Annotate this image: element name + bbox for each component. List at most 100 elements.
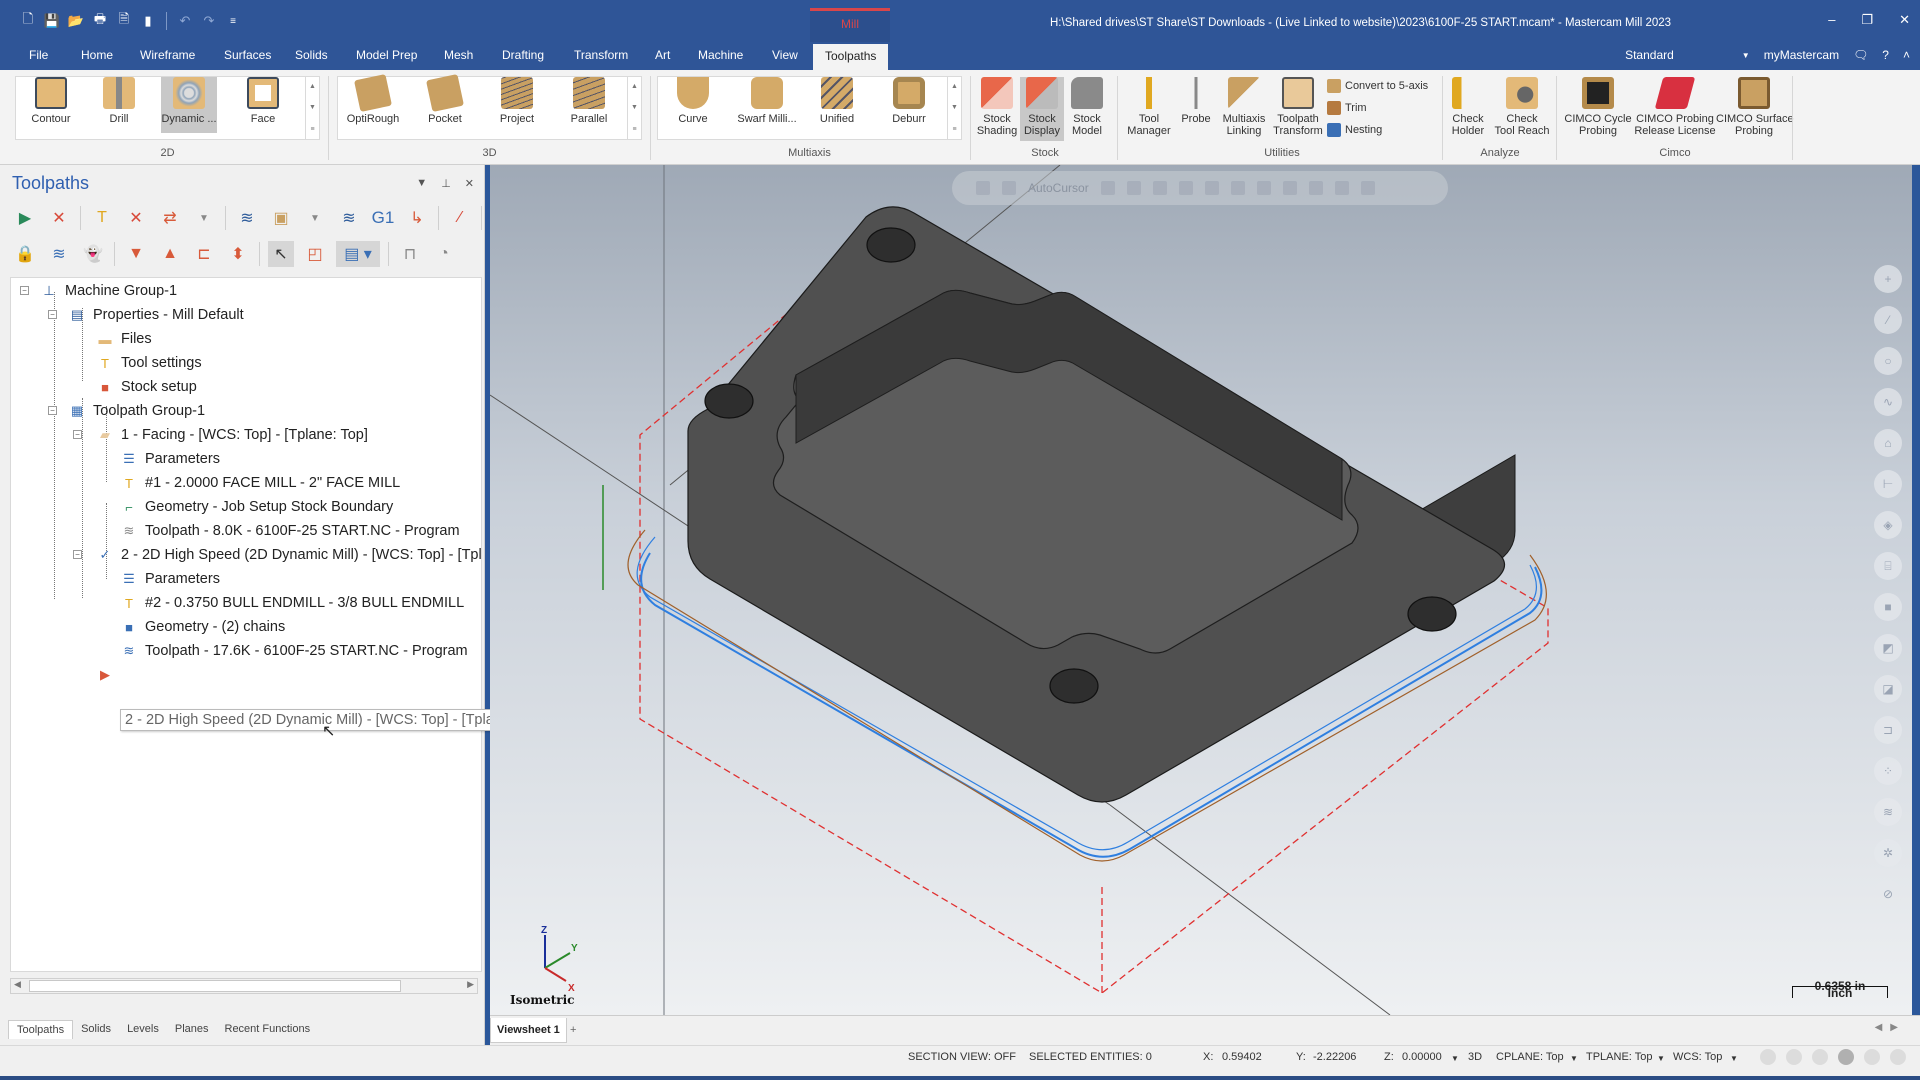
display-options-icon[interactable]: ▤ ▾ bbox=[336, 241, 380, 267]
deselect-all-icon[interactable]: ✕ bbox=[46, 205, 72, 231]
mask-mesh-icon[interactable]: ⌸ bbox=[1874, 552, 1902, 580]
check-tool-reach-button[interactable]: Check Tool Reach bbox=[1492, 77, 1552, 137]
verify-icon[interactable]: ▣ bbox=[268, 205, 294, 231]
minimize-button[interactable]: – bbox=[1828, 12, 1835, 28]
trim-button[interactable]: Trim bbox=[1327, 101, 1367, 115]
collapse-toggle[interactable]: − bbox=[48, 406, 57, 415]
toggle-display-icon[interactable]: ≋ bbox=[46, 241, 72, 267]
swarf-milling-button[interactable]: Swarf Milli... bbox=[729, 77, 805, 125]
tree-item-stock-setup[interactable]: ■ Stock setup bbox=[95, 376, 197, 398]
cimco-cycle-probing-button[interactable]: CIMCO Cycle Probing bbox=[1560, 77, 1636, 137]
mask-surface-icon[interactable]: ⌂ bbox=[1874, 429, 1902, 457]
add-viewsheet-button[interactable]: + bbox=[570, 1024, 576, 1036]
workspace-selector[interactable]: Standard bbox=[1625, 48, 1674, 62]
mask-dimension-icon[interactable]: ⊢ bbox=[1874, 470, 1902, 498]
backplot-icon[interactable]: ≋ bbox=[234, 205, 260, 231]
tree-item-properties[interactable]: ▤ Properties - Mill Default bbox=[67, 304, 244, 326]
open-icon[interactable]: 📂 bbox=[68, 13, 84, 29]
mask-solid-icon[interactable]: ■ bbox=[1874, 593, 1902, 621]
window-select-icon[interactable] bbox=[1282, 181, 1297, 195]
tab-levels[interactable]: Levels bbox=[119, 1020, 167, 1039]
feedback-icon[interactable]: 🗨 bbox=[1853, 48, 1868, 62]
mymastercam-link[interactable]: myMastercam bbox=[1764, 48, 1839, 62]
cimco-probing-release-button[interactable]: CIMCO Probing Release License bbox=[1634, 77, 1716, 137]
lock-icon[interactable]: 🔒 bbox=[12, 241, 38, 267]
tab-view[interactable]: View bbox=[772, 48, 798, 62]
close-button[interactable]: ✕ bbox=[1899, 12, 1910, 28]
collapse-toggle[interactable]: − bbox=[20, 286, 29, 295]
save-as-icon[interactable]: 🗎 bbox=[116, 11, 132, 29]
curve-button[interactable]: Curve bbox=[665, 77, 721, 125]
tab-toolpaths[interactable]: Toolpaths bbox=[813, 44, 889, 70]
mask-settings-icon[interactable]: ✲ bbox=[1874, 839, 1902, 867]
display-selected-icon[interactable]: ↖ bbox=[268, 241, 294, 267]
tree-item-machine-group[interactable]: ⊥ Machine Group-1 bbox=[39, 280, 177, 302]
wcs-dropdown-icon[interactable]: ▼ bbox=[1730, 1054, 1738, 1063]
panel-close-icon[interactable]: ✕ bbox=[465, 177, 474, 190]
panel-menu-icon[interactable]: ▼ bbox=[416, 177, 427, 190]
select-icon[interactable] bbox=[1230, 181, 1245, 195]
mask-line-icon[interactable]: ⁄ bbox=[1874, 306, 1902, 334]
move-up-icon[interactable]: ▲ bbox=[157, 241, 183, 267]
tab-home[interactable]: Home bbox=[81, 48, 113, 62]
wcs-selector[interactable]: WCS: Top bbox=[1673, 1051, 1722, 1063]
new-file-icon[interactable]: 🗋 bbox=[20, 11, 36, 29]
wireframe-mode-icon[interactable] bbox=[1760, 1049, 1776, 1065]
dynamic-button[interactable]: Dynamic ... bbox=[161, 77, 217, 133]
mask-note-icon[interactable]: ⊐ bbox=[1874, 716, 1902, 744]
account-dropdown-icon[interactable]: ▼ bbox=[1742, 51, 1750, 60]
save-icon[interactable]: 💾 bbox=[44, 13, 60, 29]
scroll-left-icon[interactable]: ◀ bbox=[14, 979, 21, 990]
2d-3d-toggle[interactable]: 3D bbox=[1468, 1051, 1482, 1063]
mask-solid-face-icon[interactable]: ◈ bbox=[1874, 511, 1902, 539]
region-select-icon[interactable] bbox=[1308, 181, 1323, 195]
face-button[interactable]: Face bbox=[235, 77, 291, 125]
customize-icon[interactable]: ≡ bbox=[225, 13, 241, 29]
select-all-operations-icon[interactable]: ▶ bbox=[12, 205, 38, 231]
machine-sim-icon[interactable]: ⊓ bbox=[397, 241, 423, 267]
tree-item-toolpath[interactable]: ≋ Toolpath - 17.6K - 6100F-25 START.NC - … bbox=[119, 640, 468, 662]
check-holder-button[interactable]: Check Holder bbox=[1446, 77, 1490, 137]
tree-item-tool-settings[interactable]: T Tool settings bbox=[95, 352, 202, 374]
xyz-icon[interactable] bbox=[1100, 181, 1115, 195]
scroll-right-icon[interactable]: ▶ bbox=[467, 979, 474, 990]
translucency-icon[interactable] bbox=[1890, 1049, 1906, 1065]
mask-arc-icon[interactable]: ○ bbox=[1874, 347, 1902, 375]
contour-button[interactable]: Contour bbox=[23, 77, 79, 125]
tool-manager-button[interactable]: Tool Manager bbox=[1124, 77, 1174, 137]
tab-surfaces[interactable]: Surfaces bbox=[224, 48, 271, 62]
tab-art[interactable]: Art bbox=[655, 48, 670, 62]
undo-icon[interactable]: ↶ bbox=[177, 13, 193, 29]
multiaxis-linking-button[interactable]: Multiaxis Linking bbox=[1218, 77, 1270, 137]
insert-after-icon[interactable]: ⊏ bbox=[191, 241, 217, 267]
stock-edit-icon[interactable]: ◔ bbox=[431, 241, 457, 267]
help-icon[interactable]: ? bbox=[1882, 48, 1889, 62]
tab-drafting[interactable]: Drafting bbox=[502, 48, 544, 62]
collapse-ribbon-icon[interactable]: ˄ bbox=[1903, 48, 1910, 62]
tab-model-prep[interactable]: Model Prep bbox=[356, 48, 417, 62]
z-dropdown-icon[interactable]: ▼ bbox=[1451, 1054, 1459, 1063]
convert-5axis-button[interactable]: Convert to 5-axis bbox=[1327, 79, 1428, 93]
tplane-dropdown-icon[interactable]: ▼ bbox=[1657, 1054, 1665, 1063]
cplane-dropdown-icon[interactable]: ▼ bbox=[1570, 1054, 1578, 1063]
shaded-icon[interactable] bbox=[1838, 1049, 1854, 1065]
scroll-to-insert-icon[interactable]: ⬍ bbox=[225, 241, 251, 267]
hidden-line-icon[interactable] bbox=[1786, 1049, 1802, 1065]
regenerate-selected-icon[interactable]: T bbox=[89, 205, 115, 231]
stock-display-button[interactable]: Stock Display bbox=[1020, 77, 1064, 141]
viewsheet-tab[interactable]: Viewsheet 1 bbox=[490, 1018, 567, 1043]
z-depth-input[interactable]: 0.00000 bbox=[1402, 1051, 1442, 1063]
tree-item-parameters[interactable]: ☰ Parameters bbox=[119, 448, 220, 470]
tree-item-toolpath[interactable]: ≋ Toolpath - 8.0K - 6100F-25 START.NC - P… bbox=[119, 520, 460, 542]
drill-button[interactable]: Drill bbox=[91, 77, 147, 125]
mask-point-icon[interactable]: + bbox=[1874, 265, 1902, 293]
mask-grid-icon[interactable]: ⁘ bbox=[1874, 757, 1902, 785]
mask-result-icon[interactable]: ◪ bbox=[1874, 675, 1902, 703]
tree-item-geometry[interactable]: ⌐ Geometry - Job Setup Stock Boundary bbox=[119, 496, 393, 518]
tab-wireframe[interactable]: Wireframe bbox=[140, 48, 195, 62]
collapse-toggle[interactable]: − bbox=[73, 550, 82, 559]
select-shape-icon[interactable]: ◰ bbox=[302, 241, 328, 267]
tab-recent-functions[interactable]: Recent Functions bbox=[217, 1020, 319, 1039]
gallery-scroll-3d[interactable]: ▲ ▼ ≡ bbox=[627, 76, 641, 140]
mask-group-icon[interactable]: ◩ bbox=[1874, 634, 1902, 662]
